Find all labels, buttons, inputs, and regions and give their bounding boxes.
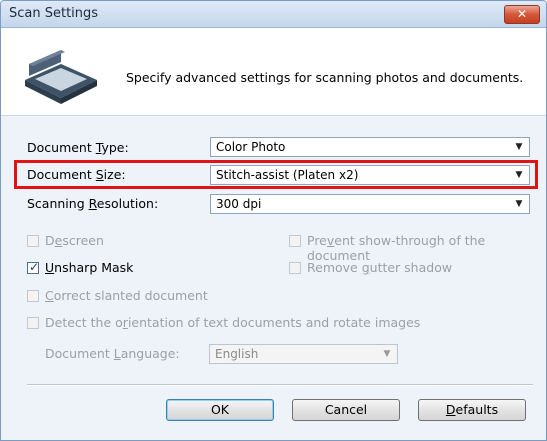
defaults-button[interactable]: Defaults bbox=[418, 399, 526, 421]
separator bbox=[27, 384, 533, 386]
unsharp-mask-checkbox[interactable]: ✓ bbox=[27, 260, 40, 274]
remove-gutter-checkbox[interactable] bbox=[289, 262, 301, 274]
detect-orientation-label: Detect the orientation of text documents… bbox=[45, 315, 421, 330]
prevent-showthrough-label: Prevent show-through of the document bbox=[307, 233, 486, 263]
close-icon: ✕ bbox=[516, 7, 528, 21]
unsharp-mask-label: Unsharp Mask bbox=[45, 260, 134, 275]
chevron-down-icon: ▼ bbox=[515, 142, 523, 152]
document-size-value: Stitch-assist (Platen x2) bbox=[216, 168, 359, 182]
chevron-down-icon: ▼ bbox=[515, 199, 523, 209]
scanning-resolution-select[interactable]: 300 dpi ▼ bbox=[210, 194, 530, 214]
scan-settings-dialog: Scan Settings ✕ Specify advanced setting… bbox=[0, 0, 547, 441]
checkmark-icon: ✓ bbox=[29, 260, 40, 274]
scanner-icon bbox=[25, 50, 97, 104]
document-language-select[interactable]: English ▼ bbox=[209, 344, 398, 364]
scanning-resolution-value: 300 dpi bbox=[216, 197, 262, 211]
chevron-down-icon: ▼ bbox=[383, 349, 391, 359]
document-type-select[interactable]: Color Photo ▼ bbox=[210, 137, 530, 157]
descreen-label: Descreen bbox=[45, 233, 104, 248]
header-panel: Specify advanced settings for scanning p… bbox=[1, 28, 546, 116]
document-type-label: Document Type: bbox=[27, 140, 129, 155]
header-description: Specify advanced settings for scanning p… bbox=[126, 70, 524, 85]
ok-button[interactable]: OK bbox=[166, 399, 274, 421]
chevron-down-icon: ▼ bbox=[515, 170, 523, 180]
title-bar[interactable]: Scan Settings ✕ bbox=[1, 1, 546, 28]
correct-slanted-label: Correct slanted document bbox=[45, 288, 208, 303]
document-size-label: Document Size: bbox=[27, 167, 126, 182]
document-language-value: English bbox=[215, 347, 259, 361]
cancel-button[interactable]: Cancel bbox=[292, 399, 400, 421]
document-language-label: Document Language: bbox=[45, 346, 180, 361]
remove-gutter-label: Remove gutter shadow bbox=[307, 260, 453, 275]
window-title: Scan Settings bbox=[9, 6, 99, 21]
prevent-showthrough-checkbox[interactable] bbox=[289, 235, 301, 247]
close-button[interactable]: ✕ bbox=[504, 5, 540, 24]
document-size-select[interactable]: Stitch-assist (Platen x2) ▼ bbox=[210, 165, 530, 185]
document-type-value: Color Photo bbox=[216, 140, 286, 154]
scanning-resolution-label: Scanning Resolution: bbox=[27, 196, 159, 211]
correct-slanted-checkbox[interactable] bbox=[27, 290, 39, 302]
descreen-checkbox[interactable] bbox=[27, 235, 39, 247]
detect-orientation-checkbox[interactable] bbox=[27, 317, 39, 329]
